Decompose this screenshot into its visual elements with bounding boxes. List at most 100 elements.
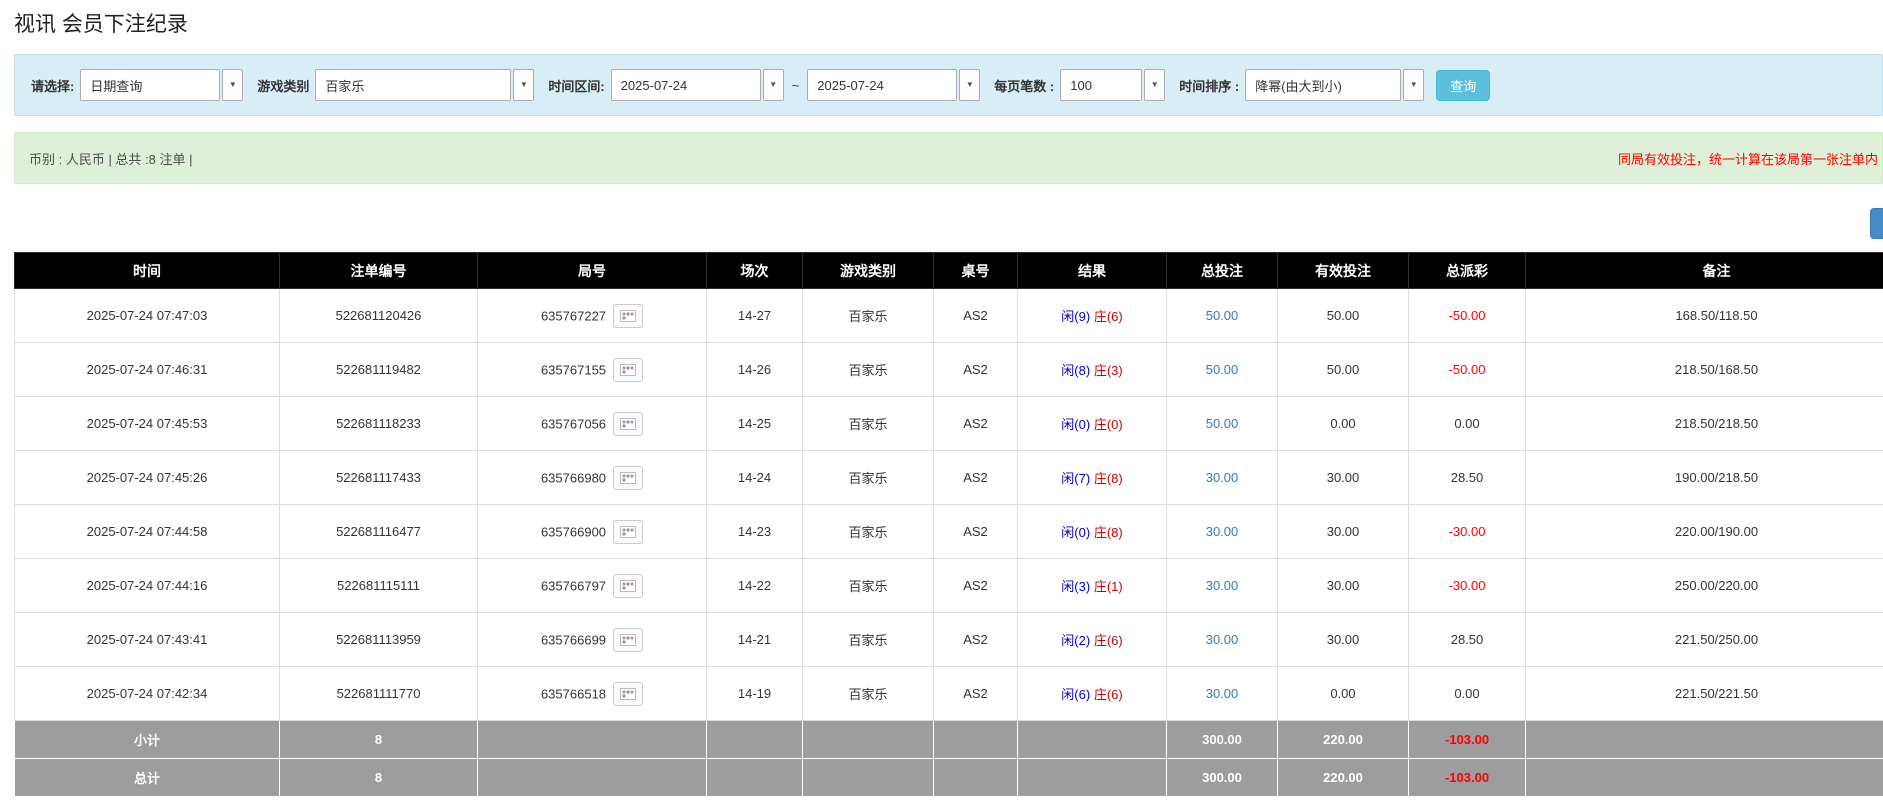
bet-records-table: 时间 注单编号 局号 场次 游戏类别 桌号 结果 总投注 有效投注 总派彩 备注… [14, 252, 1883, 797]
roadmap-icon-button[interactable] [613, 358, 643, 382]
header-session: 场次 [707, 253, 803, 289]
roadmap-icon-button[interactable] [613, 628, 643, 652]
game-type-value[interactable]: 百家乐 [315, 69, 511, 101]
valid-bet-cell: 50.00 [1278, 343, 1409, 397]
footer-empty-cell [934, 759, 1018, 797]
bet-no-cell: 522681120426 [280, 289, 478, 343]
result-banker: 庄(1) [1094, 579, 1123, 594]
date-from-value[interactable]: 2025-07-24 [611, 69, 761, 101]
valid-bet-cell: 0.00 [1278, 667, 1409, 721]
roadmap-icon-button[interactable] [613, 304, 643, 328]
chevron-down-icon[interactable]: ▼ [1403, 69, 1424, 101]
subtotal-count: 8 [280, 721, 478, 759]
search-button[interactable]: 查询 [1436, 70, 1490, 101]
total-bet-cell: 30.00 [1167, 613, 1278, 667]
roadmap-icon [620, 688, 636, 700]
subtotal-valid-bet: 220.00 [1278, 721, 1409, 759]
total-bet-link[interactable]: 50.00 [1206, 362, 1239, 377]
round-no-cell: 635767227 [478, 289, 707, 343]
time-cell: 2025-07-24 07:47:03 [15, 289, 280, 343]
remark-cell: 250.00/220.00 [1526, 559, 1883, 613]
game-type-label: 游戏类别 [257, 76, 309, 95]
payout-cell: 28.50 [1409, 451, 1526, 505]
roadmap-icon-button[interactable] [613, 520, 643, 544]
round-no-cell: 635767155 [478, 343, 707, 397]
payout-cell: 0.00 [1409, 397, 1526, 451]
table-no-cell: AS2 [934, 343, 1018, 397]
bet-no-cell: 522681115111 [280, 559, 478, 613]
total-bet-link[interactable]: 30.00 [1206, 470, 1239, 485]
per-page-value[interactable]: 100 [1060, 69, 1142, 101]
time-sort-label: 时间排序 : [1179, 76, 1239, 95]
result-banker: 庄(8) [1094, 525, 1123, 540]
table-no-cell: AS2 [934, 667, 1018, 721]
session-cell: 14-25 [707, 397, 803, 451]
grand-total-payout: -103.00 [1409, 759, 1526, 797]
total-bet-link[interactable]: 30.00 [1206, 578, 1239, 593]
session-cell: 14-19 [707, 667, 803, 721]
roadmap-icon-button[interactable] [613, 682, 643, 706]
header-bet-no: 注单编号 [280, 253, 478, 289]
game-type-cell: 百家乐 [803, 559, 934, 613]
table-row: 2025-07-24 07:47:03 522681120426 6357672… [15, 289, 1883, 343]
payout-cell: 28.50 [1409, 613, 1526, 667]
total-bet-cell: 30.00 [1167, 667, 1278, 721]
valid-bet-cell: 50.00 [1278, 289, 1409, 343]
total-bet-cell: 30.00 [1167, 451, 1278, 505]
subtotal-label: 小计 [15, 721, 280, 759]
total-bet-link[interactable]: 30.00 [1206, 524, 1239, 539]
table-no-cell: AS2 [934, 397, 1018, 451]
result-banker: 庄(6) [1094, 687, 1123, 702]
roadmap-icon-button[interactable] [613, 412, 643, 436]
chevron-down-icon[interactable]: ▼ [1144, 69, 1165, 101]
round-no-text: 635767227 [541, 308, 606, 323]
total-bet-link[interactable]: 50.00 [1206, 416, 1239, 431]
bet-no-cell: 522681116477 [280, 505, 478, 559]
time-sort-value[interactable]: 降幂(由大到小) [1245, 69, 1401, 101]
round-no-cell: 635766980 [478, 451, 707, 505]
table-no-cell: AS2 [934, 613, 1018, 667]
roadmap-icon-button[interactable] [613, 466, 643, 490]
result-player: 闲(8) [1061, 363, 1090, 378]
table-no-cell: AS2 [934, 451, 1018, 505]
select-type-value[interactable]: 日期查询 [80, 69, 220, 101]
cutoff-action-button[interactable] [1870, 208, 1883, 239]
session-cell: 14-23 [707, 505, 803, 559]
chevron-down-icon[interactable]: ▼ [763, 69, 784, 101]
footer-empty-cell [1018, 721, 1167, 759]
result-cell: 闲(9) 庄(6) [1018, 289, 1167, 343]
chevron-down-icon[interactable]: ▼ [959, 69, 980, 101]
session-cell: 14-26 [707, 343, 803, 397]
chevron-down-icon[interactable]: ▼ [513, 69, 534, 101]
header-payout: 总派彩 [1409, 253, 1526, 289]
grand-total-total-bet: 300.00 [1167, 759, 1278, 797]
round-no-cell: 635766797 [478, 559, 707, 613]
subtotal-row: 小计 8 300.00 220.00 -103.00 [15, 721, 1883, 759]
table-row: 2025-07-24 07:43:41 522681113959 6357666… [15, 613, 1883, 667]
session-cell: 14-27 [707, 289, 803, 343]
payout-cell: -30.00 [1409, 559, 1526, 613]
round-no-cell: 635766900 [478, 505, 707, 559]
filter-bar: 请选择: 日期查询 ▼ 游戏类别 百家乐 ▼ 时间区间: 2025-07-24 … [14, 54, 1883, 116]
chevron-down-icon[interactable]: ▼ [222, 69, 243, 101]
round-no-cell: 635766518 [478, 667, 707, 721]
footer-empty-cell [803, 759, 934, 797]
roadmap-icon [620, 472, 636, 484]
date-to-combobox: 2025-07-24 ▼ [807, 69, 980, 101]
round-no-cell: 635767056 [478, 397, 707, 451]
total-bet-link[interactable]: 30.00 [1206, 632, 1239, 647]
date-to-value[interactable]: 2025-07-24 [807, 69, 957, 101]
game-type-cell: 百家乐 [803, 343, 934, 397]
header-total-bet: 总投注 [1167, 253, 1278, 289]
roadmap-icon [620, 526, 636, 538]
total-bet-link[interactable]: 30.00 [1206, 686, 1239, 701]
subtotal-payout: -103.00 [1409, 721, 1526, 759]
table-row: 2025-07-24 07:44:58 522681116477 6357669… [15, 505, 1883, 559]
time-range-label: 时间区间: [548, 76, 604, 95]
game-type-cell: 百家乐 [803, 505, 934, 559]
time-cell: 2025-07-24 07:45:53 [15, 397, 280, 451]
footer-empty-cell [478, 759, 707, 797]
total-bet-link[interactable]: 50.00 [1206, 308, 1239, 323]
roadmap-icon-button[interactable] [613, 574, 643, 598]
bet-no-cell: 522681117433 [280, 451, 478, 505]
